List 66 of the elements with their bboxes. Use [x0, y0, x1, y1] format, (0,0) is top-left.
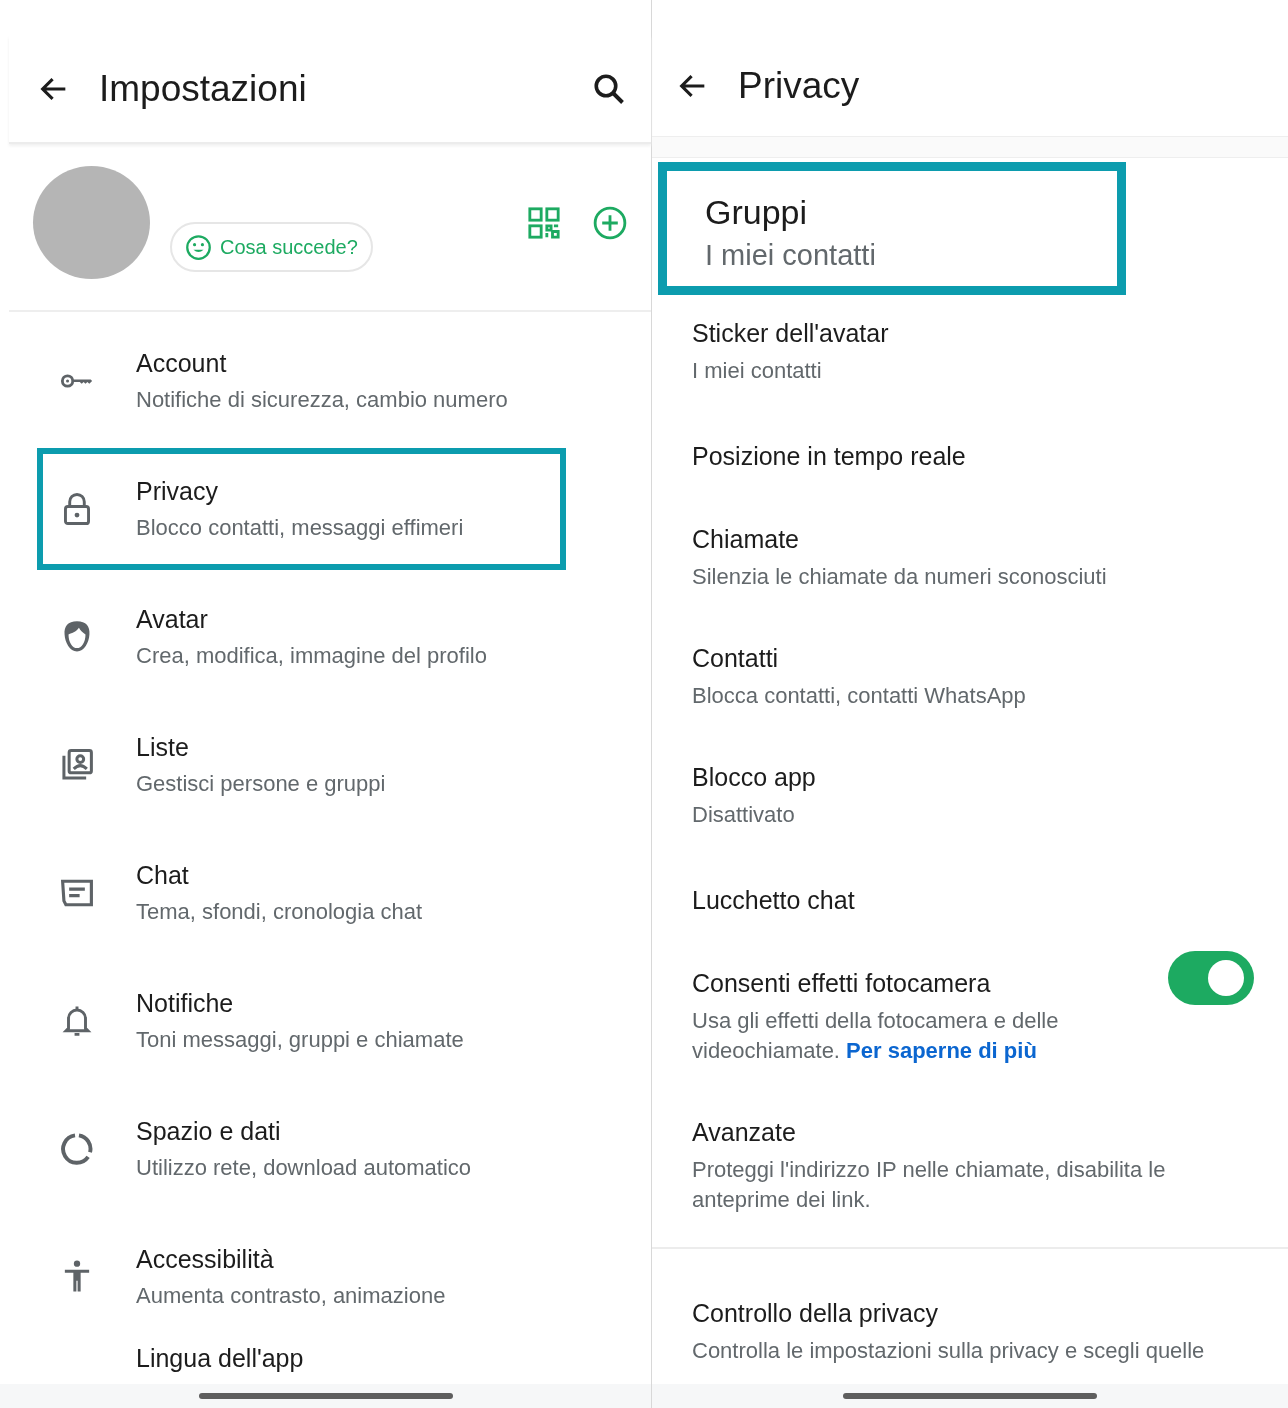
item-title: Account [136, 349, 228, 378]
data-usage-icon [60, 1132, 94, 1166]
item-title: Accessibilità [136, 1245, 275, 1274]
privacy-item[interactable]: Chiamate Silenzia le chiamate da numeri sconosciuti [652, 501, 1288, 620]
settings-item[interactable]: Spazio e dati Utilizzo rete, download automatico [37, 1088, 566, 1210]
privacy-item[interactable]: Controllo della privacy Controlla le impostazioni sulla privacy e scegli quelle [652, 1275, 1288, 1366]
settings-item[interactable]: Accessibilità Aumenta contrasto, animazione [37, 1216, 566, 1338]
item-title: Avanzate [692, 1118, 797, 1147]
settings-item[interactable]: Lingua dell'app [37, 1344, 566, 1373]
privacy-item[interactable]: Consenti effetti fotocamera Usa gli effetti della fotocamera e delle videochiamate. Per saperne di più [652, 945, 1288, 1094]
item-title: Consenti effetti fotocamera [692, 969, 992, 998]
smiley-icon [185, 233, 212, 261]
item-subtitle: Notifiche di sicurezza, cambio numero [136, 387, 508, 413]
settings-item[interactable]: Liste Gestisci persone e gruppi [37, 704, 566, 826]
qr-code-icon[interactable] [527, 206, 561, 240]
item-title: Spazio e dati [136, 1117, 282, 1146]
learn-more-link[interactable]: Per saperne di più [846, 1038, 1037, 1063]
home-handle[interactable] [198, 1393, 453, 1399]
item-title: Notifiche [136, 989, 235, 1018]
item-subtitle: Toni messaggi, gruppi e chiamate [136, 1027, 464, 1053]
privacy-item[interactable]: Sticker dell'avatar I miei contatti [652, 295, 1288, 414]
item-subtitle: I miei contatti [705, 240, 877, 270]
item-subtitle: Tema, sfondi, cronologia chat [136, 899, 423, 925]
settings-item[interactable]: Notifiche Toni messaggi, gruppi e chiamate [37, 960, 566, 1082]
settings-item[interactable]: Privacy Blocco contatti, messaggi effimeri [37, 448, 566, 570]
add-icon[interactable] [593, 206, 627, 240]
item-title: Chat [136, 861, 190, 890]
item-subtitle: Controlla le impostazioni sulla privacy e scegli quelle [692, 1337, 1206, 1365]
item-title: Sticker dell'avatar [692, 319, 890, 348]
item-subtitle: Blocca contatti, contatti WhatsApp [692, 682, 1027, 710]
settings-item[interactable]: Avatar Crea, modifica, immagine del profilo [37, 576, 566, 698]
item-title: Gruppi [705, 193, 809, 232]
item-subtitle: Usa gli effetti della fotocamera e delle videochiamate. Per saperne di più [692, 1007, 1060, 1065]
privacy-item[interactable]: Contatti Blocca contatti, contatti WhatsApp [652, 620, 1288, 739]
item-subtitle: Crea, modifica, immagine del profilo [136, 643, 487, 669]
screen-title: Privacy [738, 65, 861, 107]
item-title: Contatti [692, 644, 780, 673]
privacy-item[interactable]: Lucchetto chat [652, 858, 1288, 945]
item-subtitle: Utilizzo rete, download automatico [136, 1155, 472, 1181]
item-title: Posizione in tempo reale [692, 442, 967, 471]
privacy-item[interactable]: Avanzate Proteggi l'indirizzo IP nelle chiamate, disabilita le anteprime dei link. [652, 1094, 1288, 1243]
privacy-item[interactable]: Blocco app Disattivato [652, 739, 1288, 858]
item-title: Chiamate [692, 525, 800, 554]
item-title: Controllo della privacy [692, 1299, 939, 1328]
item-title: Lingua dell'app [136, 1344, 304, 1373]
item-subtitle: Silenzia le chiamate da numeri sconosciuti [692, 563, 1108, 591]
item-subtitle: Disattivato [692, 801, 796, 829]
bell-icon [60, 1004, 94, 1038]
item-subtitle: Proteggi l'indirizzo IP nelle chiamate, disabilita le anteprime dei link. [692, 1156, 1167, 1214]
item-subtitle: Gestisci persone e gruppi [136, 771, 386, 797]
privacy-item[interactable]: Gruppi I miei contatti [658, 162, 1126, 295]
privacy-item[interactable]: Posizione in tempo reale [652, 414, 1288, 501]
item-subtitle: I miei contatti [692, 357, 823, 385]
item-title: Avatar [136, 605, 209, 634]
item-subtitle: Aumenta contrasto, animazione [136, 1283, 446, 1309]
settings-item[interactable]: Account Notifiche di sicurezza, cambio numero [37, 320, 566, 442]
item-title: Lucchetto chat [692, 886, 856, 915]
contacts-list-icon [60, 748, 94, 782]
settings-item[interactable]: Chat Tema, sfondi, cronologia chat [37, 832, 566, 954]
screen-title: Impostazioni [99, 68, 308, 110]
item-title: Blocco app [692, 763, 817, 792]
item-subtitle: Blocco contatti, messaggi effimeri [136, 515, 464, 541]
toggle-switch[interactable] [1168, 951, 1254, 1005]
item-title: Privacy [136, 477, 219, 506]
item-title: Liste [136, 733, 190, 762]
home-handle[interactable] [843, 1393, 1097, 1399]
